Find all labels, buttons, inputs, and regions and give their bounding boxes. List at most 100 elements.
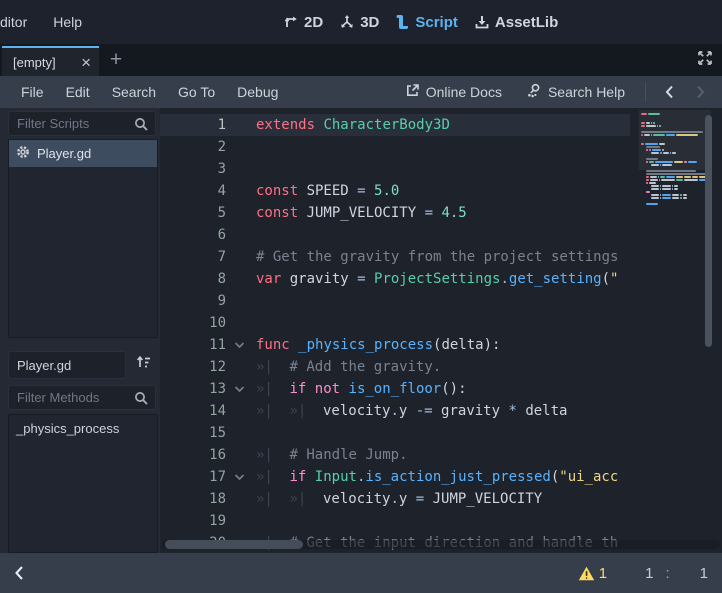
code-text: func _physics_process(delta): (256, 337, 630, 353)
minimap-row (641, 173, 711, 175)
code-text: »|»|velocity.y = JUMP_VELOCITY (256, 491, 630, 507)
code-line-1[interactable]: 1extends CharacterBody3D (160, 114, 630, 136)
filter-scripts-field[interactable] (8, 111, 156, 136)
script-list-item-player[interactable]: Player.gd (9, 140, 157, 167)
code-line-6[interactable]: 6 (160, 224, 630, 246)
code-text: »|# Handle Jump. (256, 447, 630, 463)
online-docs-button[interactable]: Online Docs (397, 83, 510, 101)
code-line-9[interactable]: 9 (160, 290, 630, 312)
code-line-13[interactable]: 13»|if not is_on_floor(): (160, 378, 630, 400)
code-text: const SPEED = 5.0 (256, 183, 630, 199)
minimap-row (641, 176, 711, 178)
edit-menu[interactable]: Edit (55, 84, 101, 100)
minimap-row (641, 158, 711, 160)
minimap-row (641, 119, 711, 121)
minimap-row (641, 113, 711, 115)
horizontal-scrollbar-track[interactable] (162, 540, 720, 549)
tab-empty-script[interactable]: [empty] × (2, 46, 99, 76)
code-editor[interactable]: 1extends CharacterBody3D23 4 const SPEED =… (160, 108, 722, 553)
main-toolbar: ditor Help 2D 3D Script AssetLib (0, 0, 722, 44)
script-name-input[interactable] (9, 358, 125, 373)
new-tab-button[interactable]: + (99, 44, 133, 76)
minimap-row (641, 194, 711, 196)
code-line-10[interactable]: 10 (160, 312, 630, 334)
script-editor-menubar: File Edit Search Go To Debug Online Docs… (0, 76, 722, 108)
code-line-16[interactable]: 16 »|# Handle Jump. (160, 444, 630, 466)
history-back-button[interactable] (658, 85, 681, 99)
minimap-row (641, 122, 711, 124)
code-line-8[interactable]: 8var gravity = ProjectSettings.get_setti… (160, 268, 630, 290)
code-line-7[interactable]: 7 # Get the gravity from the project sett… (160, 246, 630, 268)
minimap-row (641, 155, 711, 157)
3d-icon (339, 14, 355, 30)
code-line-15[interactable]: 15 (160, 422, 630, 444)
tab-indent-marker: »| (256, 381, 290, 397)
tab-indent-marker: »| (290, 491, 324, 507)
editor-menu[interactable]: ditor (0, 14, 40, 30)
line-number: 17 (160, 469, 234, 485)
expand-icon (696, 49, 714, 72)
filter-scripts-input[interactable] (9, 116, 134, 131)
search-menu[interactable]: Search (101, 84, 167, 100)
line-number: 19 (160, 513, 234, 529)
history-forward-button[interactable] (689, 85, 712, 99)
minimap[interactable] (639, 108, 713, 553)
minimap-row (641, 146, 711, 148)
tab-indent-marker: »| (290, 403, 324, 419)
code-line-5[interactable]: 5const JUMP_VELOCITY = 4.5 (160, 202, 630, 224)
mode-script-button[interactable]: Script (395, 14, 458, 31)
script-name-field[interactable] (8, 351, 126, 379)
line-number: 5 (160, 205, 234, 221)
mode-assetlib-button[interactable]: AssetLib (474, 14, 558, 31)
line-number: 16 (160, 447, 234, 463)
minimap-row (641, 149, 711, 151)
tab-label: [empty] (13, 55, 56, 70)
code-line-4[interactable]: 4 const SPEED = 5.0 (160, 180, 630, 202)
file-menu[interactable]: File (10, 84, 55, 100)
minimap-row (641, 143, 711, 145)
minimap-row (641, 140, 711, 142)
code-line-3[interactable]: 3 (160, 158, 630, 180)
fold-toggle[interactable] (234, 385, 256, 393)
status-bar: 1 1 : 1 (0, 553, 722, 593)
toggle-scripts-panel-button[interactable] (14, 565, 24, 581)
assetlib-icon (474, 14, 490, 30)
code-line-14[interactable]: 14»|»|velocity.y -= gravity * delta (160, 400, 630, 422)
minimap-row (641, 152, 711, 154)
mode-2d-button[interactable]: 2D (283, 14, 323, 31)
menubar-separator (645, 83, 646, 101)
help-menu[interactable]: Help (40, 14, 95, 30)
code-text: # Get the gravity from the project setti… (256, 249, 630, 265)
code-line-11[interactable]: 11func _physics_process(delta): (160, 334, 630, 356)
filter-methods-field[interactable] (8, 385, 156, 410)
sort-methods-button[interactable] (129, 351, 157, 379)
code-line-18[interactable]: 18»|»|velocity.y = JUMP_VELOCITY (160, 488, 630, 510)
vertical-scrollbar[interactable] (705, 115, 712, 347)
search-help-button[interactable]: Search Help (518, 83, 633, 102)
debug-menu[interactable]: Debug (226, 84, 289, 100)
fold-icon (234, 341, 245, 349)
warning-counter[interactable]: 1 (578, 565, 607, 582)
editor-mode-switcher: 2D 3D Script AssetLib (283, 0, 558, 44)
tab-indent-marker: »| (256, 469, 290, 485)
line-number: 4 (160, 183, 234, 199)
chevron-left-icon (14, 565, 24, 581)
filter-methods-input[interactable] (9, 390, 134, 405)
method-list-item[interactable]: _physics_process (9, 415, 157, 442)
mode-3d-button[interactable]: 3D (339, 14, 379, 31)
goto-menu[interactable]: Go To (167, 84, 226, 100)
code-line-12[interactable]: 12»|# Add the gravity. (160, 356, 630, 378)
line-number: 7 (160, 249, 234, 265)
close-icon[interactable]: × (81, 54, 91, 71)
code-line-17[interactable]: 17»|if Input.is_action_just_pressed("ui_… (160, 466, 630, 488)
code-line-19[interactable]: 19 (160, 510, 630, 532)
minimap-row (641, 116, 711, 118)
fold-toggle[interactable] (234, 473, 256, 481)
code-line-2[interactable]: 2 (160, 136, 630, 158)
search-icon (134, 391, 148, 405)
fold-toggle[interactable] (234, 341, 256, 349)
minimap-row (641, 197, 711, 199)
expand-fullscreen-button[interactable] (696, 49, 714, 72)
horizontal-scrollbar-thumb[interactable] (165, 540, 303, 549)
code-text: extends CharacterBody3D (256, 117, 630, 133)
